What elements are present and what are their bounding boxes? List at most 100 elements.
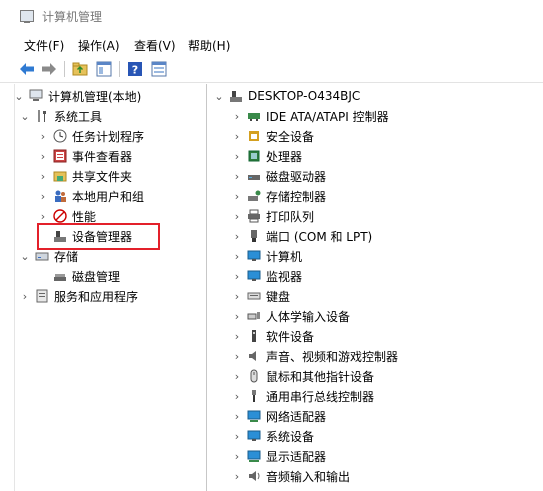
device-category[interactable]: › IDE ATA/ATAPI 控制器 <box>232 106 389 126</box>
chevron-right-icon[interactable]: › <box>38 210 48 223</box>
chevron-down-icon[interactable]: ⌄ <box>14 90 24 103</box>
device-category[interactable]: › 端口 (COM 和 LPT) <box>232 226 372 246</box>
tree-label: 系统工具 <box>54 109 103 124</box>
chevron-right-icon[interactable]: › <box>232 410 242 423</box>
device-category[interactable]: › 人体学输入设备 <box>232 306 350 326</box>
chevron-right-icon[interactable]: › <box>232 430 242 443</box>
tree-label: 打印队列 <box>266 209 315 224</box>
chevron-right-icon[interactable]: › <box>232 110 242 123</box>
device-category[interactable]: › 网络适配器 <box>232 406 326 426</box>
tree-item-system-tools[interactable]: ⌄ 系统工具 <box>20 106 102 126</box>
forward-arrow-icon[interactable] <box>40 60 58 78</box>
menu-action[interactable]: 操作(A) <box>78 37 120 54</box>
mouse-icon <box>246 368 262 384</box>
show-hide-tree-icon[interactable] <box>95 60 113 78</box>
tree-label: 存储控制器 <box>266 189 327 204</box>
properties-icon[interactable] <box>150 60 168 78</box>
tree-item-shared-folders[interactable]: › 共享文件夹 <box>38 166 132 186</box>
printer-icon <box>246 208 262 224</box>
chevron-right-icon[interactable]: › <box>232 210 242 223</box>
chevron-right-icon[interactable]: › <box>38 170 48 183</box>
device-category[interactable]: › 存储控制器 <box>232 186 326 206</box>
system-device-icon <box>246 428 262 444</box>
chevron-right-icon[interactable]: › <box>232 170 242 183</box>
chevron-right-icon[interactable]: › <box>232 250 242 263</box>
tree-label: 存储 <box>54 249 79 264</box>
tree-label: 事件查看器 <box>72 149 133 164</box>
device-category[interactable]: › 软件设备 <box>232 326 314 346</box>
tree-item-event-viewer[interactable]: › 事件查看器 <box>38 146 132 166</box>
menu-file[interactable]: 文件(F) <box>24 37 64 54</box>
device-category[interactable]: › 显示适配器 <box>232 446 326 466</box>
menu-view[interactable]: 查看(V) <box>134 37 176 54</box>
tree-label: 性能 <box>72 209 97 224</box>
tree-label: 人体学输入设备 <box>266 309 351 324</box>
chevron-right-icon[interactable]: › <box>232 310 242 323</box>
device-category[interactable]: › 磁盘驱动器 <box>232 166 326 186</box>
tree-label: 服务和应用程序 <box>54 289 139 304</box>
chevron-right-icon[interactable]: › <box>232 470 242 483</box>
tree-label: 软件设备 <box>266 329 315 344</box>
chevron-right-icon[interactable]: › <box>38 190 48 203</box>
chevron-right-icon[interactable]: › <box>232 350 242 363</box>
tree-label: DESKTOP-O434BJC <box>248 89 361 103</box>
device-tree-root[interactable]: ⌄ DESKTOP-O434BJC <box>214 86 360 106</box>
tree-label: 监视器 <box>266 269 303 284</box>
ide-controller-icon <box>246 108 262 124</box>
back-arrow-icon[interactable] <box>18 60 36 78</box>
tree-label: 鼠标和其他指针设备 <box>266 369 375 384</box>
software-device-icon <box>246 328 262 344</box>
help-icon[interactable]: ? <box>126 60 144 78</box>
chevron-right-icon[interactable]: › <box>232 450 242 463</box>
device-category[interactable]: › 打印队列 <box>232 206 314 226</box>
tree-item-local-users[interactable]: › 本地用户和组 <box>38 186 144 206</box>
chevron-right-icon[interactable]: › <box>232 230 242 243</box>
chevron-right-icon[interactable]: › <box>232 190 242 203</box>
device-category[interactable]: › 音频输入和输出 <box>232 466 350 486</box>
storage-controller-icon <box>246 188 262 204</box>
users-icon <box>52 188 68 204</box>
audio-io-icon <box>246 468 262 484</box>
tree-item-task-scheduler[interactable]: › 任务计划程序 <box>38 126 144 146</box>
device-category[interactable]: › 通用串行总线控制器 <box>232 386 374 406</box>
device-category[interactable]: › 计算机 <box>232 246 302 266</box>
chevron-right-icon[interactable]: › <box>232 290 242 303</box>
svg-text:?: ? <box>132 64 138 77</box>
device-category[interactable]: › 声音、视频和游戏控制器 <box>232 346 398 366</box>
device-category[interactable]: › 安全设备 <box>232 126 314 146</box>
chevron-right-icon[interactable]: › <box>232 370 242 383</box>
usb-icon <box>246 388 262 404</box>
chevron-down-icon[interactable]: ⌄ <box>214 90 224 103</box>
chevron-right-icon[interactable]: › <box>232 150 242 163</box>
device-category[interactable]: › 监视器 <box>232 266 302 286</box>
tree-label: 音频输入和输出 <box>266 469 351 484</box>
tree-label: IDE ATA/ATAPI 控制器 <box>266 109 389 124</box>
tree-label: 显示适配器 <box>266 449 327 464</box>
tree-item-disk-management[interactable]: 磁盘管理 <box>48 266 120 286</box>
chevron-right-icon[interactable]: › <box>232 330 242 343</box>
up-folder-icon[interactable] <box>71 60 89 78</box>
chevron-right-icon[interactable]: › <box>232 130 242 143</box>
device-category[interactable]: › 鼠标和其他指针设备 <box>232 366 374 386</box>
chevron-right-icon[interactable]: › <box>20 290 30 303</box>
chevron-right-icon[interactable]: › <box>232 390 242 403</box>
event-viewer-icon <box>52 148 68 164</box>
tree-item-services-apps[interactable]: › 服务和应用程序 <box>20 286 138 306</box>
chevron-right-icon[interactable]: › <box>232 270 242 283</box>
chevron-down-icon[interactable]: ⌄ <box>20 250 30 263</box>
tree-label: 任务计划程序 <box>72 129 145 144</box>
services-icon <box>34 288 50 304</box>
device-category[interactable]: › 键盘 <box>232 286 290 306</box>
tree-item-storage[interactable]: ⌄ 存储 <box>20 246 78 266</box>
tree-label: 通用串行总线控制器 <box>266 389 375 404</box>
tree-item-root[interactable]: ⌄ 计算机管理(本地) <box>14 86 141 106</box>
chevron-right-icon[interactable]: › <box>38 130 48 143</box>
tree-label: 端口 (COM 和 LPT) <box>266 229 373 244</box>
chevron-down-icon[interactable]: ⌄ <box>20 110 30 123</box>
chevron-right-icon[interactable]: › <box>38 150 48 163</box>
device-category[interactable]: › 处理器 <box>232 146 302 166</box>
device-category[interactable]: › 系统设备 <box>232 426 314 446</box>
tree-label: 键盘 <box>266 289 291 304</box>
menu-help[interactable]: 帮助(H) <box>188 37 230 54</box>
toolbar-separator <box>119 61 120 77</box>
